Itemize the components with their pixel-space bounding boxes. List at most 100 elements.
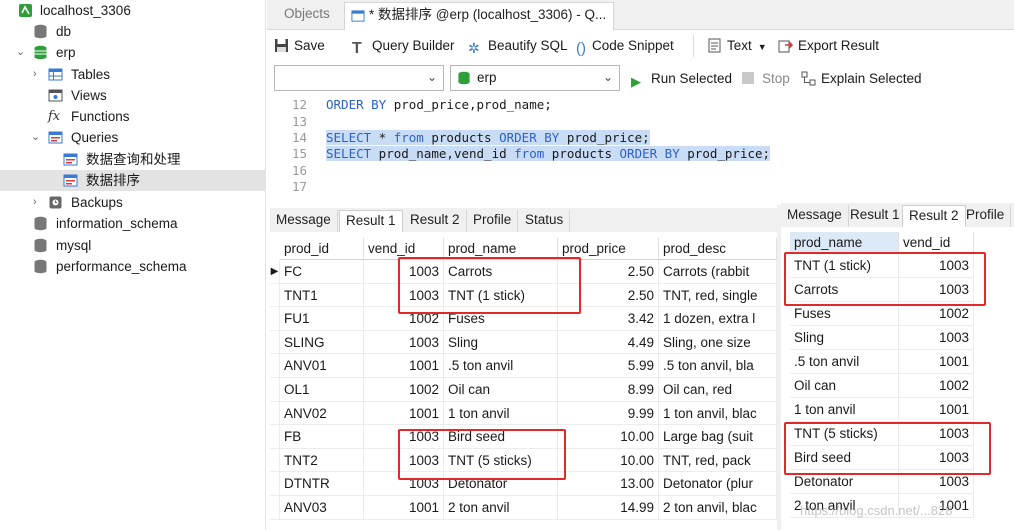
sql-editor[interactable]: 12 ORDER BY prod_price,prod_name; 13 14 … (267, 94, 1014, 204)
text-button[interactable]: Text ▼ (707, 37, 767, 57)
tab-message[interactable]: Message (270, 210, 338, 232)
table-cell[interactable]: Carrots (rabbit (659, 260, 777, 284)
table-cell[interactable]: 1003 (364, 330, 444, 355)
tree-query-item-selected[interactable]: 数据排序 (0, 170, 266, 191)
row-marker[interactable] (270, 496, 280, 520)
row-marker[interactable] (270, 330, 280, 355)
table-cell[interactable]: Oil can, red (659, 378, 777, 402)
table-cell[interactable]: DTNTR (280, 472, 364, 496)
tab-result-2[interactable]: Result 2 (404, 210, 467, 232)
table-cell[interactable]: 1 ton anvil (444, 401, 558, 426)
row-marker[interactable] (270, 448, 280, 473)
table-cell[interactable]: 10.00 (558, 448, 659, 473)
tree-db-performance-schema[interactable]: performance_schema (0, 256, 266, 277)
table-cell[interactable]: 13.00 (558, 472, 659, 496)
row-marker[interactable] (270, 401, 280, 426)
table-cell[interactable]: 1 ton anvil (790, 398, 899, 422)
stop-button[interactable]: Stop (742, 70, 790, 90)
table-cell[interactable]: Large bag (suit (659, 425, 777, 449)
table-cell[interactable]: 1 dozen, extra l (659, 307, 777, 331)
table-cell[interactable]: Oil can (790, 374, 899, 398)
table-cell[interactable]: 2 ton anvil (444, 496, 558, 520)
table-cell[interactable]: 5.99 (558, 354, 659, 378)
table-cell[interactable]: .5 ton anvil, bla (659, 354, 777, 378)
table-cell[interactable]: Detonator (plur (659, 472, 777, 496)
table-cell[interactable]: FC (280, 260, 364, 284)
column-header[interactable]: prod_desc (659, 238, 777, 260)
save-button[interactable]: Save (274, 37, 325, 57)
table-cell[interactable]: TNT, red, pack (659, 448, 777, 473)
chevron-right-icon[interactable]: › (33, 192, 37, 213)
column-header[interactable]: vend_id (899, 232, 974, 254)
table-cell[interactable]: 9.99 (558, 401, 659, 426)
tab-result-1[interactable]: Result 1 (844, 205, 907, 227)
table-cell[interactable]: 10.00 (558, 425, 659, 449)
table-cell[interactable]: Sling (444, 330, 558, 355)
chevron-right-icon[interactable]: › (33, 64, 37, 85)
chevron-down-icon[interactable]: ⌄ (31, 127, 40, 148)
tree-connection[interactable]: localhost_3306 (0, 0, 266, 21)
tree-db-erp[interactable]: ⌄ erp (0, 42, 266, 63)
connection-select[interactable]: ⌄ (274, 65, 444, 91)
table-cell[interactable]: FU1 (280, 307, 364, 331)
table-cell[interactable]: Oil can (444, 378, 558, 402)
row-marker[interactable] (270, 283, 280, 308)
column-header[interactable]: prod_id (280, 238, 364, 260)
table-cell[interactable]: 1001 (364, 401, 444, 426)
tree-backups[interactable]: › Backups (0, 192, 266, 213)
table-cell[interactable]: 1002 (899, 374, 974, 398)
table-cell[interactable]: 1001 (899, 350, 974, 374)
tab-result-2[interactable]: Result 2 (902, 205, 966, 227)
table-cell[interactable]: Sling (790, 326, 899, 350)
table-cell[interactable]: 2 ton anvil, blac (659, 496, 777, 520)
row-marker[interactable]: ▶ (270, 260, 280, 284)
tab-message[interactable]: Message (781, 205, 849, 227)
column-header[interactable]: prod_name (790, 232, 899, 254)
tab-query[interactable]: * 数据排序 @erp (localhost_3306) - Q... (344, 2, 614, 30)
table-cell[interactable]: OL1 (280, 378, 364, 402)
tab-result-1[interactable]: Result 1 (339, 210, 403, 232)
tab-profile[interactable]: Profile (960, 205, 1012, 227)
tree-functions[interactable]: fx Functions (0, 106, 266, 127)
tree-db-db[interactable]: db (0, 21, 266, 42)
code-snippet-button[interactable]: () Code Snippet (576, 37, 674, 57)
table-cell[interactable]: SLING (280, 330, 364, 355)
tree-db-information-schema[interactable]: information_schema (0, 213, 266, 234)
row-marker[interactable] (270, 425, 280, 449)
run-selected-button[interactable]: ▶ Run Selected (631, 70, 732, 90)
table-cell[interactable]: 1001 (364, 496, 444, 520)
row-marker[interactable] (270, 378, 280, 402)
table-cell[interactable]: 1003 (899, 326, 974, 350)
tab-profile[interactable]: Profile (467, 210, 519, 232)
table-cell[interactable]: 14.99 (558, 496, 659, 520)
table-cell[interactable]: 1001 (899, 398, 974, 422)
explain-selected-button[interactable]: Explain Selected (801, 70, 922, 90)
table-cell[interactable]: .5 ton anvil (444, 354, 558, 378)
table-cell[interactable]: 1002 (364, 378, 444, 402)
table-cell[interactable]: ANV02 (280, 401, 364, 426)
database-select[interactable]: erp ⌄ (450, 65, 620, 91)
table-cell[interactable]: .5 ton anvil (790, 350, 899, 374)
panel-divider[interactable] (777, 205, 781, 530)
row-marker[interactable] (270, 354, 280, 378)
table-cell[interactable]: 4.49 (558, 330, 659, 355)
table-cell[interactable]: Sling, one size (659, 330, 777, 355)
tab-status[interactable]: Status (519, 210, 571, 232)
tree-query-item[interactable]: 数据查询和处理 (0, 149, 266, 170)
tree-views[interactable]: Views (0, 85, 266, 106)
table-cell[interactable]: ANV01 (280, 354, 364, 378)
beautify-sql-button[interactable]: ✲ Beautify SQL (468, 37, 568, 57)
table-cell[interactable]: 1 ton anvil, blac (659, 401, 777, 426)
export-result-button[interactable]: Export Result (778, 37, 879, 57)
table-cell[interactable]: 8.99 (558, 378, 659, 402)
tab-objects[interactable]: Objects (274, 2, 344, 30)
table-cell[interactable]: TNT2 (280, 448, 364, 473)
tree-tables[interactable]: › Tables (0, 64, 266, 85)
row-marker[interactable] (270, 472, 280, 496)
query-builder-button[interactable]: T Query Builder (352, 37, 455, 57)
tree-db-mysql[interactable]: mysql (0, 235, 266, 256)
table-cell[interactable]: 1001 (364, 354, 444, 378)
table-cell[interactable]: ANV03 (280, 496, 364, 520)
table-cell[interactable]: TNT, red, single (659, 283, 777, 308)
tree-queries[interactable]: ⌄ Queries (0, 127, 266, 148)
